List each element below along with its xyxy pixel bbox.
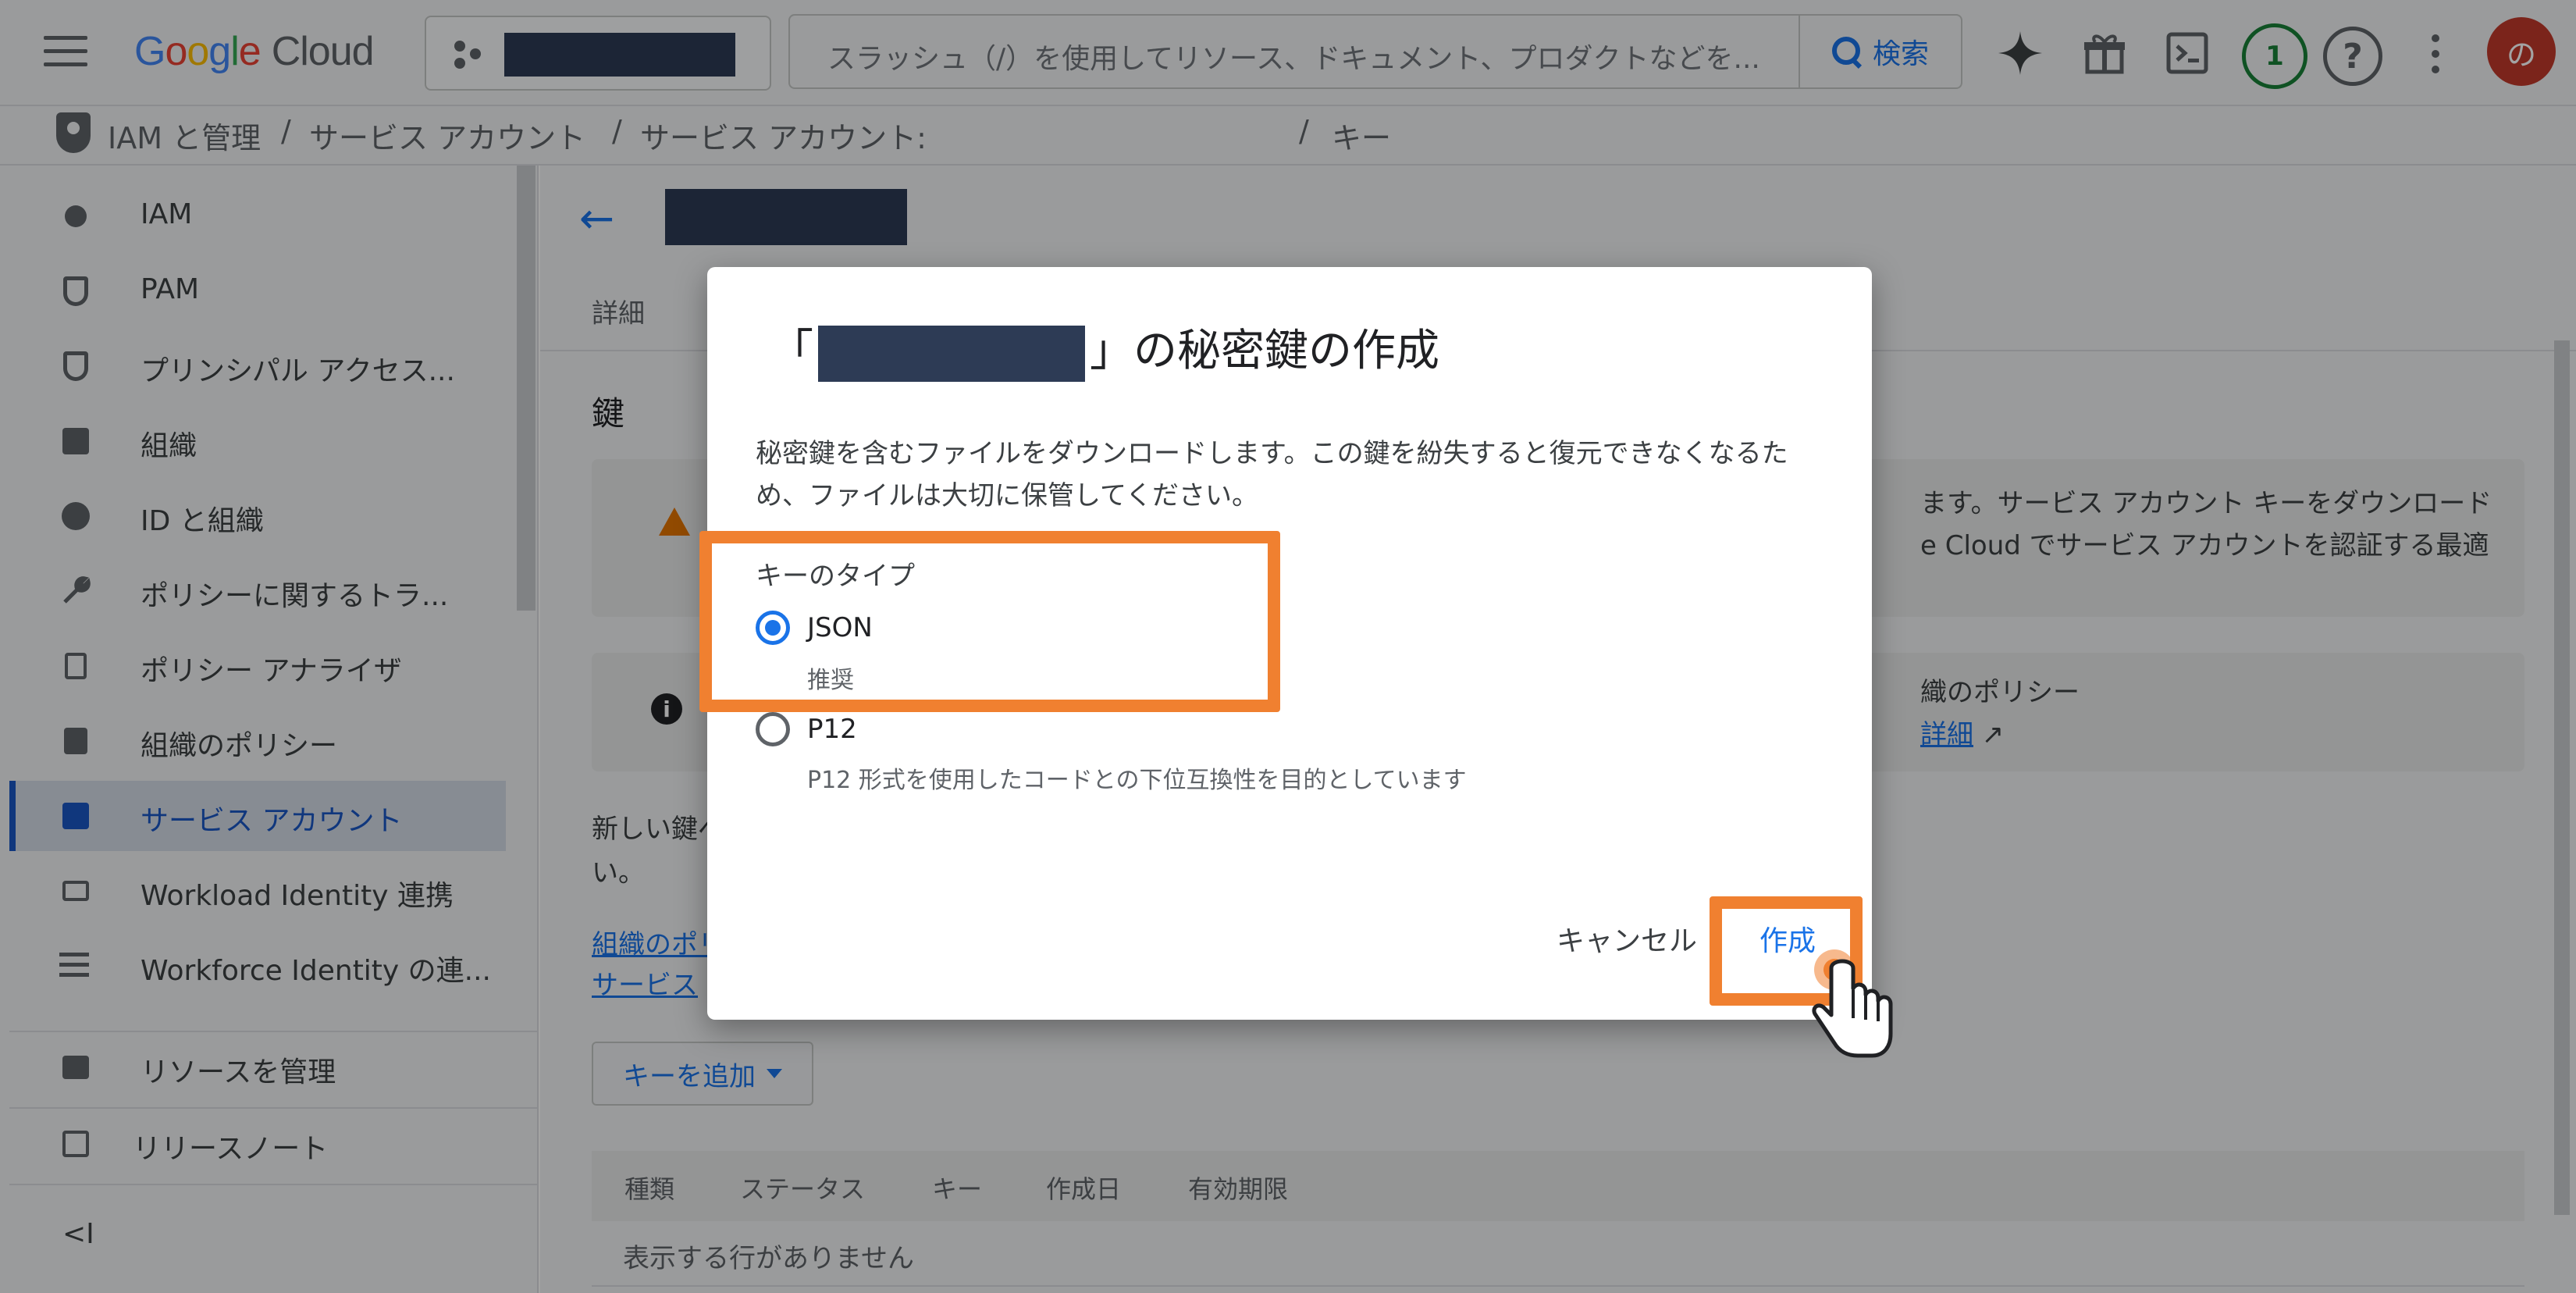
redacted-account-name bbox=[818, 325, 1085, 382]
dialog-description: 秘密鍵を含むファイルをダウンロードします。この鍵を紛失すると復元できなくなるため… bbox=[756, 438, 1788, 511]
dialog-title: 「」の秘密鍵の作成 bbox=[770, 315, 1439, 382]
cancel-button[interactable]: キャンセル bbox=[1557, 918, 1697, 959]
radio-p12[interactable] bbox=[756, 712, 790, 746]
option-p12-sublabel: P12 形式を使用したコードとの下位互換性を目的としています bbox=[807, 767, 1467, 794]
key-type-highlight bbox=[699, 531, 1280, 712]
pointer-cursor-icon bbox=[1812, 949, 1893, 1058]
option-p12-label[interactable]: P12 bbox=[807, 714, 857, 745]
